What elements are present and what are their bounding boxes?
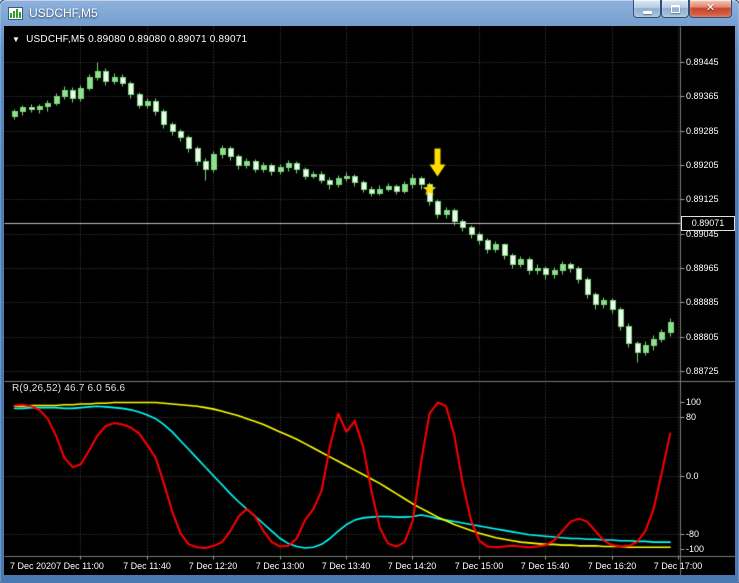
time-axis-label: 7 Dec 13:40: [322, 561, 371, 571]
app-window: USDCHF,M5 ✕ ▼ USDCHF,M5 0.89080 0.89080 …: [0, 0, 739, 583]
window-controls: ✕: [633, 0, 732, 18]
time-axis-label: 7 Dec 15:40: [521, 561, 570, 571]
restore-button[interactable]: [661, 0, 689, 18]
chart-app-icon: [8, 7, 23, 20]
symbol-ohlc-label: ▼ USDCHF,M5 0.89080 0.89080 0.89071 0.89…: [12, 34, 247, 45]
time-axis-label: 7 Dec 14:20: [388, 561, 437, 571]
minimize-icon: [643, 11, 652, 14]
time-axis[interactable]: 7 Dec 20207 Dec 11:00 7 Dec 11:40 7 Dec 12…: [4, 26, 735, 575]
time-axis-label: 7 Dec 15:00: [455, 561, 504, 571]
symbol-dropdown-icon[interactable]: ▼: [12, 35, 20, 44]
symbol-ohlc-text: USDCHF,M5 0.89080 0.89080 0.89071 0.8907…: [26, 34, 247, 45]
minimize-button[interactable]: [633, 0, 661, 18]
time-axis-label: 7 Dec 11:40: [123, 561, 171, 571]
window-title: USDCHF,M5: [29, 6, 98, 20]
close-icon: ✕: [706, 3, 715, 14]
current-price-box: 0.89071: [681, 216, 735, 231]
time-axis-label: 7 Dec 11:00: [56, 561, 104, 571]
restore-icon: [671, 5, 680, 13]
time-axis-label: 7 Dec 13:00: [256, 561, 305, 571]
title-bar[interactable]: USDCHF,M5 ✕: [0, 0, 739, 26]
time-axis-label: 7 Dec 16:20: [588, 561, 637, 571]
indicator-label: R(9,26,52) 46.7 6.0 56.6: [12, 383, 125, 394]
time-axis-label: 7 Dec 2020: [10, 561, 56, 571]
close-button[interactable]: ✕: [689, 0, 732, 18]
time-axis-label: 7 Dec 12:20: [189, 561, 238, 571]
chart-area: ▼ USDCHF,M5 0.89080 0.89080 0.89071 0.89…: [4, 26, 735, 575]
time-axis-label: 7 Dec 17:00: [654, 561, 703, 571]
